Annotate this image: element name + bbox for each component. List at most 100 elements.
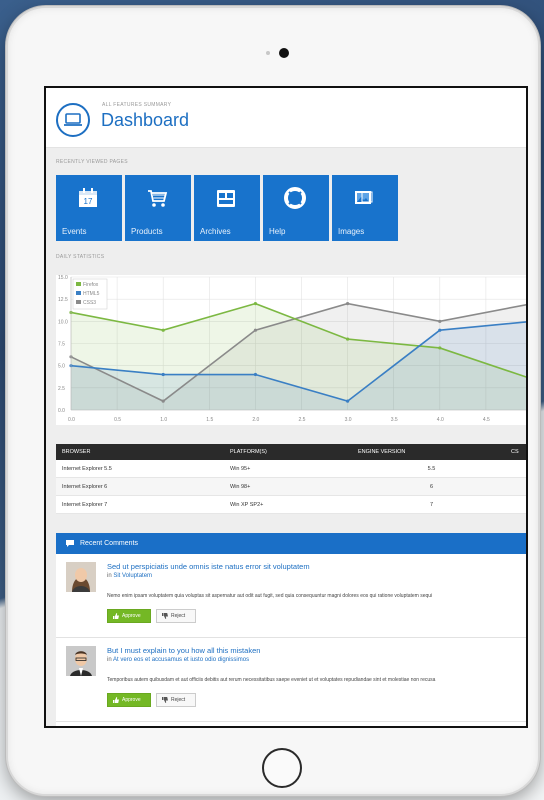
tile-events[interactable]: 17 Events <box>56 175 122 241</box>
series-point-css3 <box>346 302 350 306</box>
calendar-icon: 17 <box>79 188 97 207</box>
recent-pages-tiles: 17 Events Products Archives Help Images <box>56 175 398 241</box>
approve-button[interactable]: Approve <box>107 609 151 623</box>
table-row: Internet Explorer 5.5 Win 95+ 5.5 <box>56 460 526 478</box>
x-tick-label: 0.5 <box>114 417 121 423</box>
cell-browser: Internet Explorer 7 <box>62 501 108 508</box>
tile-images[interactable]: Images <box>332 175 398 241</box>
x-tick-label: 4.0 <box>437 417 444 423</box>
comment-post-link[interactable]: At vero eos et accusamus et iusto odio d… <box>113 657 249 663</box>
cell-platform: Win 95+ <box>230 465 251 472</box>
x-tick-label: 0.0 <box>68 417 75 423</box>
y-tick-label: 7.5 <box>58 342 65 348</box>
legend-swatch <box>76 291 81 295</box>
table-header: BROWSER PLATFORM(S) ENGINE VERSION CS <box>56 444 526 460</box>
image-icon <box>355 191 373 204</box>
reject-button[interactable]: Reject <box>156 693 196 707</box>
x-tick-label: 4.5 <box>483 417 490 423</box>
series-point-html5 <box>438 328 442 332</box>
x-tick-label: 3.5 <box>391 417 398 423</box>
reject-button[interactable]: Reject <box>156 609 196 623</box>
cell-version: 6 <box>429 483 434 490</box>
tablet-frame: ALL FEATURES SUMMARY Dashboard RECENTLY … <box>6 6 540 796</box>
y-tick-label: 2.5 <box>58 386 65 392</box>
tile-label: Archives <box>200 227 231 236</box>
approve-button[interactable]: Approve <box>107 693 151 707</box>
tile-label: Products <box>131 227 163 236</box>
screen: ALL FEATURES SUMMARY Dashboard RECENTLY … <box>44 86 528 728</box>
sensor-dot <box>266 51 270 55</box>
app-header: ALL FEATURES SUMMARY Dashboard <box>46 88 526 148</box>
reject-label: Reject <box>171 613 186 619</box>
x-tick-label: 1.0 <box>160 417 167 423</box>
comment-post-link[interactable]: Sit Voluptatem <box>113 573 152 579</box>
home-button[interactable] <box>262 748 302 788</box>
thumbs-down-icon <box>162 613 168 619</box>
y-tick-label: 0.0 <box>58 408 65 414</box>
comment-in-prefix: in <box>107 657 112 663</box>
series-point-firefox <box>346 337 350 341</box>
cart-icon <box>148 190 168 207</box>
browser-table: BROWSER PLATFORM(S) ENGINE VERSION CS In… <box>56 444 526 514</box>
cell-browser: Internet Explorer 6 <box>62 483 108 490</box>
comment-title-link[interactable]: But I must explain to you how all this m… <box>107 646 260 655</box>
comment-in-prefix: in <box>107 573 112 579</box>
legend-swatch <box>76 282 81 286</box>
archive-icon <box>217 190 235 207</box>
comment-title-link[interactable]: Sed ut perspiciatis unde omnis iste natu… <box>107 562 310 571</box>
cell-platform: Win XP SP2+ <box>230 501 264 508</box>
y-tick-label: 5.0 <box>58 364 65 370</box>
comment-context: in At vero eos et accusamus et iusto odi… <box>107 657 249 663</box>
comments-header: Recent Comments <box>56 533 526 554</box>
cell-version: 5.5 <box>427 465 436 472</box>
comment-text: Temporibus autem quibusdam et aut offici… <box>107 677 436 683</box>
y-tick-label: 12.5 <box>58 297 68 303</box>
comment-item: Sed ut perspiciatis unde omnis iste natu… <box>56 554 526 638</box>
recent-comments-panel: Recent Comments Sed ut perspiciatis unde… <box>56 533 526 726</box>
x-tick-label: 1.5 <box>206 417 213 423</box>
comment-text: Nemo enim ipsam voluptatem quia voluptas… <box>107 593 433 599</box>
approve-label: Approve <box>122 613 141 619</box>
tile-label: Events <box>62 227 87 236</box>
series-point-firefox <box>438 346 442 350</box>
x-tick-label: 2.0 <box>252 417 259 423</box>
lifebuoy-icon <box>284 187 306 209</box>
col-css[interactable]: CS <box>509 449 526 455</box>
chart-svg: 15.0 12.5 10.0 7.5 5.0 2.5 0.00.0 0.5 1.0 1.5 2.0 2… <box>58 275 526 423</box>
cell-version: 7 <box>429 501 434 508</box>
recent-pages-label: RECENTLY VIEWED PAGES <box>56 159 128 165</box>
table-row: Internet Explorer 7 Win XP SP2+ 7 <box>56 496 526 514</box>
header-subtitle: ALL FEATURES SUMMARY <box>102 102 172 108</box>
tile-archives[interactable]: Archives <box>194 175 260 241</box>
tile-help[interactable]: Help <box>263 175 329 241</box>
comment-context: in Sit Voluptatem <box>107 573 152 579</box>
table-row: Internet Explorer 6 Win 98+ 6 <box>56 478 526 496</box>
calendar-badge: 17 <box>84 197 93 206</box>
series-point-html5 <box>161 372 165 377</box>
avatar <box>66 646 96 676</box>
x-tick-label: 2.5 <box>299 417 306 423</box>
camera-icon <box>279 48 289 58</box>
approve-label: Approve <box>122 697 141 703</box>
legend-label: CSS3 <box>83 300 96 306</box>
series-point-html5 <box>253 372 257 377</box>
x-tick-label: 3.0 <box>345 417 352 423</box>
col-platforms[interactable]: PLATFORM(S) <box>226 449 354 455</box>
thumbs-up-icon <box>113 613 119 619</box>
series-point-html5 <box>346 399 350 403</box>
y-tick-label: 15.0 <box>58 275 68 281</box>
comment-icon <box>66 540 74 547</box>
series-point-firefox <box>161 328 165 332</box>
tile-label: Help <box>269 227 286 236</box>
legend-swatch <box>76 300 81 304</box>
tile-products[interactable]: Products <box>125 175 191 241</box>
page-title: Dashboard <box>101 110 190 130</box>
col-browser[interactable]: BROWSER <box>56 449 226 455</box>
legend-label: HTML5 <box>83 291 100 297</box>
tile-label: Images <box>338 227 365 236</box>
avatar <box>66 562 96 592</box>
thumbs-up-icon <box>113 697 119 703</box>
col-engine-version[interactable]: ENGINE VERSION <box>354 449 509 455</box>
reject-label: Reject <box>171 697 186 703</box>
comment-item: But I must explain to you how all this m… <box>56 638 526 722</box>
